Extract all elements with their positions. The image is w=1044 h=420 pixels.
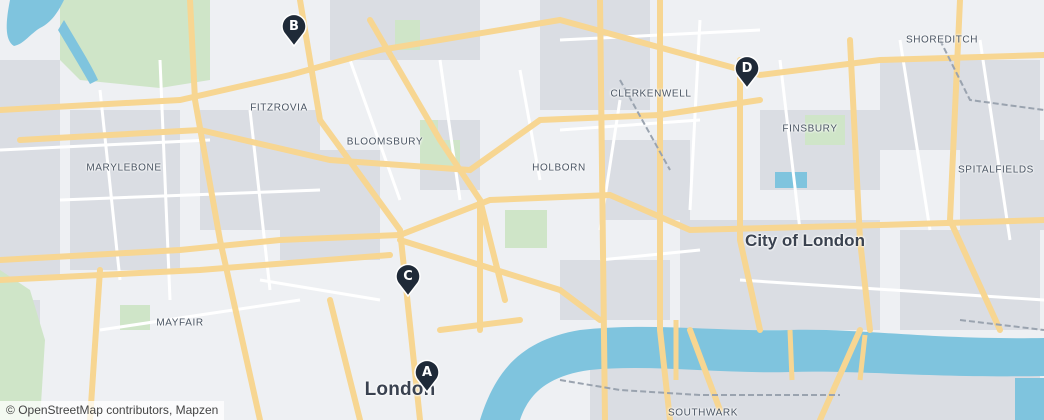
map-base-layer [0,0,1044,420]
map-attribution: © OpenStreetMap contributors, Mapzen [0,401,225,420]
place-label-finsbury: FINSBURY [782,123,838,135]
map-marker-b[interactable]: B [280,13,308,47]
mapzen-attribution-link[interactable]: Mapzen [176,403,219,417]
place-label-shoreditch: SHOREDITCH [905,34,979,46]
map-marker-a[interactable]: A [413,359,441,393]
place-label-spitalfields: SPITALFIELDS [958,164,1034,176]
map-canvas[interactable]: SHOREDITCH CLERKENWELL FINSBURY FITZROVI… [0,0,1044,420]
marker-label-d: D [741,61,753,76]
place-label-bloomsbury: BLOOMSBURY [346,136,424,148]
marker-label-a: A [421,365,433,380]
copyright-symbol: © [6,403,15,417]
map-marker-d[interactable]: D [733,55,761,89]
place-label-holborn: HOLBORN [532,162,586,174]
marker-label-c: C [403,269,413,284]
place-label-mayfair: MAYFAIR [156,317,204,329]
place-label-fitzrovia: FITZROVIA [250,102,308,114]
osm-attribution-link[interactable]: OpenStreetMap contributors [18,403,169,417]
map-marker-c[interactable]: C [394,263,422,297]
place-label-city-of-london: City of London [745,231,865,250]
attribution-separator: , [168,403,176,417]
place-label-marylebone: MARYLEBONE [86,162,162,174]
marker-label-b: B [289,19,299,34]
place-label-clerkenwell: CLERKENWELL [610,88,692,100]
place-label-southwark: SOUTHWARK [667,407,739,419]
